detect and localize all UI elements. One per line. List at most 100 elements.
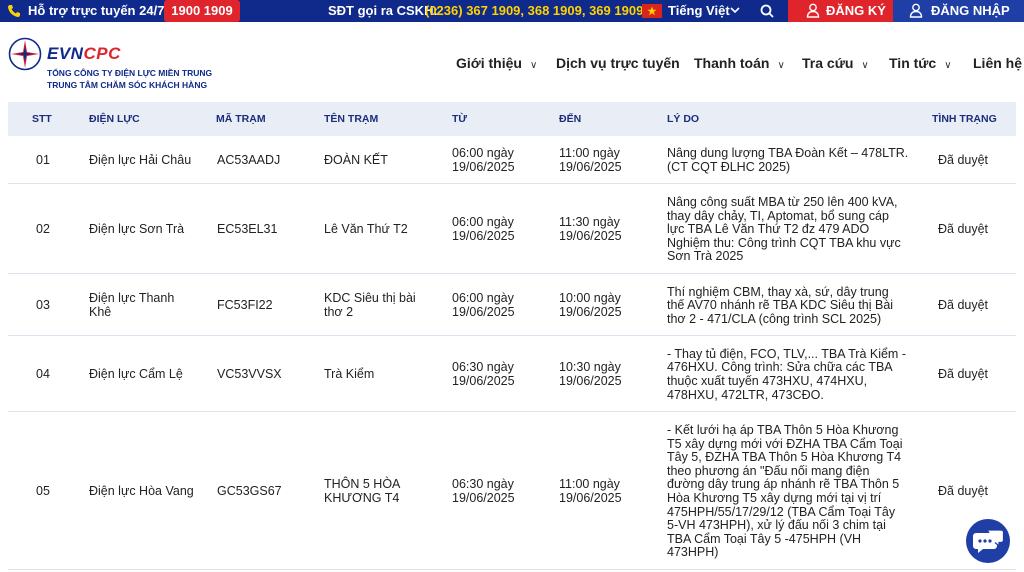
cell-dien-luc-line: Điện lực Sơn Trà [89,222,185,237]
nav-tin-tuc[interactable]: Tin tức ∨ [889,55,952,71]
search-icon[interactable] [760,4,774,18]
cell-ly-do-line: thay dây chảy, TI, Aptomat, bổ sung cáp [667,208,889,223]
cell-tinh-trang: Đã duyệt [938,298,989,313]
table-row: 01 Điện lực Hải Châu AC53AADJ ĐOÀN KẾT 06:00… [8,136,1016,184]
nav-dich-vu-truc-tuyen[interactable]: Dịch vụ trực tuyến [556,55,680,71]
cell-den: 11:00 ngày 19/06/2025 [559,147,622,174]
cell-dien-luc-line: Điện lực Cẩm Lệ [89,367,183,382]
table-row: 05 Điện lực Hòa Vang GC53GS67 THÔN 5 HÒA KHƯ… [8,412,1016,570]
nav-gioi-thieu[interactable]: Giới thiệu ∨ [456,55,537,71]
column-header-den: ĐẾN [559,113,582,125]
cell-dien-luc: Điện lực Cẩm Lệ [89,368,183,382]
cell-tu: 06:00 ngày 19/06/2025 [452,216,515,243]
table-row: 04 Điện lực Cẩm Lệ VC53VVSX Trà Kiểm 06:30 n… [8,336,1016,412]
nav-thanh-toan[interactable]: Thanh toán ∨ [694,55,785,71]
cell-ten-tram-line: ĐOÀN KẾT [324,153,388,168]
cell-ly-do-line: Nâng dung lượng TBA Đoàn Kết – 478LTR. [667,146,909,161]
table-row: 02 Điện lực Sơn Trà EC53EL31 Lê Văn Thứ T2 0… [8,184,1016,274]
column-header-tu: TỪ [452,113,468,125]
register-button[interactable]: ĐĂNG KÝ [788,0,893,22]
phone-icon [8,5,20,17]
cell-ma-tram: VC53VVSX [217,367,282,382]
cell-tu-line: 19/06/2025 [452,304,515,319]
cell-den-line: 11:00 ngày [559,477,620,492]
cell-tu-line: 06:30 ngày [452,477,514,492]
cskh-numbers: (0236) 367 1909, 368 1909, 369 1909 [425,3,644,18]
cell-ly-do-line: 476HXU. Công trình: Sửa chữa các TBA [667,360,893,375]
cell-tu: 06:00 ngày 19/06/2025 [452,292,515,319]
cell-dien-luc-line: Khê [89,304,112,319]
cell-tu: 06:30 ngày 19/06/2025 [452,361,515,388]
top-bar: Hỗ trợ trực tuyến 24/7: 1900 1909 SĐT gọ… [0,0,1024,22]
hotline-label: Hỗ trợ trực tuyến 24/7: [28,3,169,18]
cell-dien-luc-line: Điện lực Thanh [89,291,175,306]
cell-tu: 06:30 ngày 19/06/2025 [452,478,515,505]
language-selector[interactable]: Tiếng Việt [668,3,730,18]
cell-tu-line: 19/06/2025 [452,490,515,505]
cell-tu-line: 06:30 ngày [452,360,514,375]
cell-den-line: 19/06/2025 [559,228,622,243]
logo-wordmark[interactable]: EVNCPC [47,44,121,64]
cell-tinh-trang: Đã duyệt [938,222,989,237]
cell-ten-tram: Lê Văn Thứ T2 [324,223,408,237]
cell-tu-line: 19/06/2025 [452,159,515,174]
site-header: EVNCPC TỔNG CÔNG TY ĐIỆN LỰC MIỀN TRUNG … [0,30,1024,94]
column-header-ten-tram: TÊN TRẠM [324,113,379,125]
nav-tra-cuu[interactable]: Tra cứu ∨ [802,55,869,71]
cell-ma-tram: GC53GS67 [217,484,282,499]
cell-dien-luc: Điện lực Hải Châu [89,154,191,168]
register-label: ĐĂNG KÝ [826,3,886,18]
chevron-down-icon[interactable] [730,6,740,14]
cell-ten-tram-line: Trà Kiểm [324,367,375,382]
cell-ly-do: Thí nghiệm CBM, thay xà, sứ, dây trung th… [667,285,894,327]
cell-ly-do-line: - Thay tủ điện, FCO, TLV,... TBA Trà Kiể… [667,346,906,361]
chevron-down-icon: ∨ [529,60,538,71]
column-header-tinh-trang: TÌNH TRẠNG [932,113,997,125]
cell-dien-luc: Điện lực Hòa Vang [89,485,194,499]
cell-dien-luc-line: Điện lực Hải Châu [89,153,192,168]
cell-ly-do-line: (CT CQT ĐLHC 2025) [667,159,791,174]
cell-den: 11:00 ngày 19/06/2025 [559,478,622,505]
login-button[interactable]: ĐĂNG NHẬP [893,0,1024,22]
cell-ly-do: Nâng dung lượng TBA Đoàn Kết – 478LTR. (C… [667,147,908,174]
column-header-ma-tram: MÃ TRẠM [216,113,266,125]
cell-ten-tram-line: KDC Siêu thị bài [324,291,416,306]
cell-den: 11:30 ngày 19/06/2025 [559,216,622,243]
chevron-down-icon: ∨ [777,60,785,71]
cell-tinh-trang: Đã duyệt [938,153,989,168]
vietnam-flag-icon[interactable] [642,4,662,18]
cskh-label: SĐT gọi ra CSKH: [328,3,438,18]
evn-logo-icon[interactable] [8,37,42,71]
cell-ly-do-line: Nghiệm thu: Công trình CQT TBA khu vực [667,235,901,250]
logo-subtitle-2: TRUNG TÂM CHĂM SÓC KHÁCH HÀNG [47,80,208,90]
cell-dien-luc-line: Điện lực Hòa Vang [89,484,194,499]
cell-tu: 06:00 ngày 19/06/2025 [452,147,515,174]
table-header: STT ĐIỆN LỰC MÃ TRẠM TÊN TRẠM TỪ ĐẾN LÝ … [8,102,1016,136]
nav-lien-he[interactable]: Liên hệ [973,55,1022,71]
cell-ly-do-line: thế AV70 nhánh rẽ TBA KDC Siêu thị Bài [667,298,894,313]
cell-den-line: 11:30 ngày [559,215,620,230]
cell-den-line: 19/06/2025 [559,304,622,319]
cell-tu-line: 06:00 ngày [452,291,514,306]
cell-ly-do-line: TBA Cẩm Toại Tây 5 -475HPH (VH [667,531,862,546]
table-row: 03 Điện lực Thanh Khê FC53FI22 KDC Siêu thị … [8,274,1016,336]
cell-ly-do: - Kết lưới hạ áp TBA Thôn 5 Hòa Khương T5… [667,423,903,560]
cell-ten-tram: KDC Siêu thị bài thơ 2 [324,292,416,319]
cell-tu-line: 19/06/2025 [452,228,515,243]
cell-ly-do-line: Hòa Khương T5 xây dựng mới tại vị trí [667,490,882,505]
chat-button[interactable] [966,519,1010,563]
cell-den-line: 10:30 ngày [559,360,621,375]
cell-ly-do-line: 478HXU, 472LTR, 473CĐO. [667,387,824,402]
cell-ly-do-line: 5-VH 473HPH), xử lý đấu nối 3 chim tại [667,518,886,533]
cell-den: 10:30 ngày 19/06/2025 [559,361,622,388]
cell-tu-line: 06:00 ngày [452,215,514,230]
cell-den-line: 10:00 ngày [559,291,621,306]
hotline-number-button[interactable]: 1900 1909 [164,0,240,22]
cell-dien-luc: Điện lực Thanh Khê [89,292,174,319]
cell-ly-do: Nâng công suất MBA từ 250 lên 400 kVA, th… [667,195,901,264]
cell-ten-tram: ĐOÀN KẾT [324,154,388,168]
cell-ly-do-line: đường dây trung áp nhánh rẽ TBA Thôn 5 [667,477,900,492]
logo-subtitle-1: TỔNG CÔNG TY ĐIỆN LỰC MIỀN TRUNG [47,68,213,78]
cell-stt: 01 [36,153,50,168]
cell-ma-tram: EC53EL31 [217,222,278,237]
